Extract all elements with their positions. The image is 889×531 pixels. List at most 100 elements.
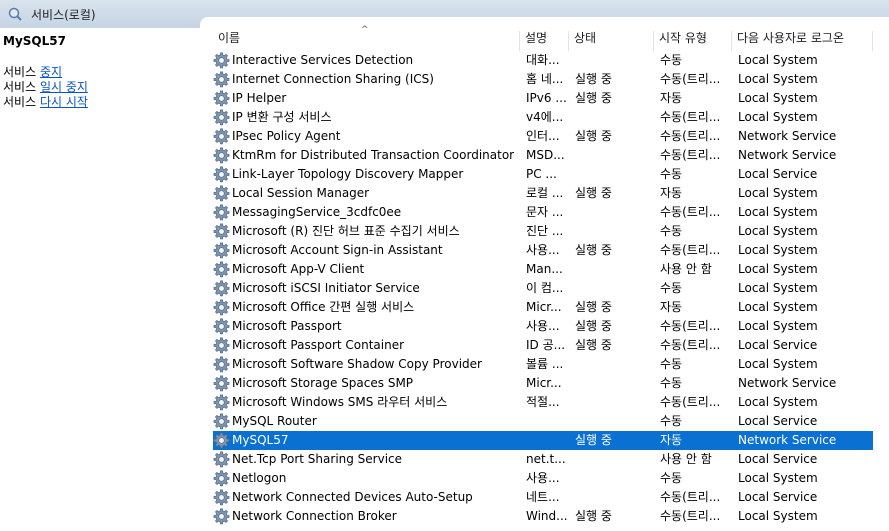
service-row[interactable]: Microsoft Windows SMS 라우터 서비스 적절... 수동(트리.… — [213, 393, 873, 412]
service-name-cell: Internet Connection Sharing (ICS) — [232, 72, 434, 86]
column-header-logon-as[interactable]: 다음 사용자로 로그온 — [732, 31, 873, 51]
stop-service-link[interactable]: 중지 — [40, 65, 62, 79]
service-gear-icon — [213, 128, 230, 145]
service-description-cell: 네트... — [526, 490, 560, 504]
service-row[interactable]: Microsoft (R) 진단 허브 표준 수집기 서비스 진단 ... 수동 Lo… — [213, 222, 873, 241]
service-name-cell: Microsoft Software Shadow Copy Provider — [232, 357, 482, 371]
service-row[interactable]: Microsoft Office 간편 실행 서비스 Micr... 실행 중 자동 L… — [213, 298, 873, 317]
services-search-icon — [8, 7, 22, 21]
service-status-cell: 실행 중 — [575, 338, 612, 352]
service-startup-type-cell: 수동(트리... — [660, 509, 721, 523]
service-logon-cell: Local System — [738, 395, 818, 409]
service-description-cell: Micr... — [526, 376, 562, 390]
service-row[interactable]: Link-Layer Topology Discovery Mapper PC .… — [213, 165, 873, 184]
service-row[interactable]: IPsec Policy Agent 인터... 실행 중 수동(트리... Netwo… — [213, 127, 873, 146]
service-row[interactable]: IP 변환 구성 서비스 v4에... 수동(트리... Local System — [213, 108, 873, 127]
service-name-cell: Microsoft Windows SMS 라우터 서비스 — [232, 395, 448, 409]
service-startup-type-cell: 수동 — [660, 414, 683, 428]
service-gear-icon — [213, 52, 230, 69]
service-startup-type-cell: 자동 — [660, 433, 683, 447]
service-logon-cell: Local System — [738, 357, 818, 371]
service-description-cell: 대화... — [526, 53, 560, 67]
column-header-name[interactable]: 이름 — [213, 31, 520, 51]
service-name-cell: Microsoft (R) 진단 허브 표준 수집기 서비스 — [232, 224, 460, 238]
service-row[interactable]: Internet Connection Sharing (ICS) 홈 네... 실… — [213, 70, 873, 89]
service-status-cell: 실행 중 — [575, 319, 612, 333]
list-header: ^ 이름 설명 상태 시작 유형 다음 사용자로 로그온 — [200, 17, 889, 55]
service-description-cell: 홈 네... — [526, 72, 564, 86]
service-row[interactable]: Network Connection Broker Wind... 실행 중 수동(트… — [213, 507, 873, 526]
service-row[interactable]: Microsoft App-V Client Man... 사용 안 함 Local … — [213, 260, 873, 279]
column-header-startup-type[interactable]: 시작 유형 — [654, 31, 732, 51]
service-name-cell: Microsoft Storage Spaces SMP — [232, 376, 414, 390]
service-name-cell: Microsoft App-V Client — [232, 262, 365, 276]
service-startup-type-cell: 수동(트리... — [660, 338, 721, 352]
service-logon-cell: Local System — [738, 72, 818, 86]
service-name-cell: Network Connected Devices Auto-Setup — [232, 490, 473, 504]
service-gear-icon — [213, 375, 230, 392]
service-startup-type-cell: 수동(트리... — [660, 72, 721, 86]
service-description-cell: 볼륨 ... — [526, 357, 564, 371]
service-row[interactable]: Microsoft iSCSI Initiator Service 이 컴... 수… — [213, 279, 873, 298]
service-gear-icon — [213, 299, 230, 316]
service-row[interactable]: Net.Tcp Port Sharing Service net.t... 사용 안… — [213, 450, 873, 469]
service-row[interactable]: Network Connected Devices Auto-Setup 네트..… — [213, 488, 873, 507]
service-description-cell: net.t... — [526, 452, 566, 466]
service-name-cell: Microsoft Office 간편 실행 서비스 — [232, 300, 415, 314]
service-status-cell: 실행 중 — [575, 129, 612, 143]
service-name-cell: IP 변환 구성 서비스 — [232, 110, 332, 124]
service-row[interactable]: MessagingService_3cdfc0ee 문자 ... 수동(트리... L… — [213, 203, 873, 222]
service-logon-cell: Local System — [738, 300, 818, 314]
service-row[interactable]: Microsoft Passport Container ID 공... 실행 중 수… — [213, 336, 873, 355]
service-startup-type-cell: 수동 — [660, 376, 683, 390]
service-name-cell: MySQL57 — [232, 433, 289, 447]
service-gear-icon — [213, 185, 230, 202]
column-header-status[interactable]: 상태 — [569, 31, 654, 51]
service-status-cell: 실행 중 — [575, 72, 612, 86]
service-row[interactable]: Netlogon 사용... 수동 Local System — [213, 469, 873, 488]
service-logon-cell: Local System — [738, 205, 818, 219]
service-description-cell: Wind... — [526, 509, 568, 523]
service-name-cell: Interactive Services Detection — [232, 53, 414, 67]
service-startup-type-cell: 수동 — [660, 281, 683, 295]
service-logon-cell: Local System — [738, 509, 818, 523]
service-logon-cell: Local System — [738, 319, 818, 333]
action-pause-row: 서비스 일시 중지 — [3, 80, 88, 94]
service-status-cell: 실행 중 — [575, 509, 612, 523]
service-logon-cell: Local System — [738, 186, 818, 200]
service-logon-cell: Local Service — [738, 452, 818, 466]
service-row[interactable]: IP Helper IPv6 ... 실행 중 자동 Local System — [213, 89, 873, 108]
service-name-cell: Network Connection Broker — [232, 509, 397, 523]
column-header-description[interactable]: 설명 — [520, 31, 569, 51]
service-gear-icon — [213, 413, 230, 430]
service-logon-cell: Local Service — [738, 490, 818, 504]
service-logon-cell: Local System — [738, 224, 818, 238]
service-name-cell: Net.Tcp Port Sharing Service — [232, 452, 403, 466]
service-startup-type-cell: 수동 — [660, 224, 683, 238]
service-row[interactable]: Interactive Services Detection 대화... 수동 Loc… — [213, 51, 873, 70]
service-startup-type-cell: 자동 — [660, 300, 683, 314]
service-gear-icon — [213, 280, 230, 297]
service-description-cell: ID 공... — [526, 338, 566, 352]
service-row[interactable]: Microsoft Account Sign-in Assistant 사용...… — [213, 241, 873, 260]
service-gear-icon — [213, 166, 230, 183]
service-row[interactable]: MySQL Router 수동 Local Service — [213, 412, 873, 431]
service-row[interactable]: Microsoft Passport 사용... 실행 중 수동(트리... Local… — [213, 317, 873, 336]
restart-service-link[interactable]: 다시 시작 — [40, 95, 88, 109]
service-description-cell: 사용... — [526, 471, 560, 485]
service-row[interactable]: KtmRm for Distributed Transaction Coordi… — [213, 146, 873, 165]
pause-service-link[interactable]: 일시 중지 — [40, 80, 88, 94]
service-row[interactable]: Local Session Manager 로컬 ... 실행 중 자동 Local S… — [213, 184, 873, 203]
service-logon-cell: Local System — [738, 53, 818, 67]
service-row[interactable]: Microsoft Storage Spaces SMP Micr... 수동 Net… — [213, 374, 873, 393]
service-row[interactable]: Microsoft Software Shadow Copy Provider 볼… — [213, 355, 873, 374]
service-startup-type-cell: 자동 — [660, 186, 683, 200]
service-gear-icon — [213, 71, 230, 88]
service-logon-cell: Local System — [738, 91, 818, 105]
service-actions: 서비스 중지 서비스 일시 중지 서비스 다시 시작 — [3, 65, 88, 110]
service-row[interactable]: MySQL57 실행 중 자동 Network Service — [213, 431, 873, 450]
service-logon-cell: Network Service — [738, 376, 837, 390]
service-name-cell: Microsoft Passport Container — [232, 338, 405, 352]
service-description-cell: 사용... — [526, 243, 560, 257]
service-logon-cell: Local System — [738, 471, 818, 485]
